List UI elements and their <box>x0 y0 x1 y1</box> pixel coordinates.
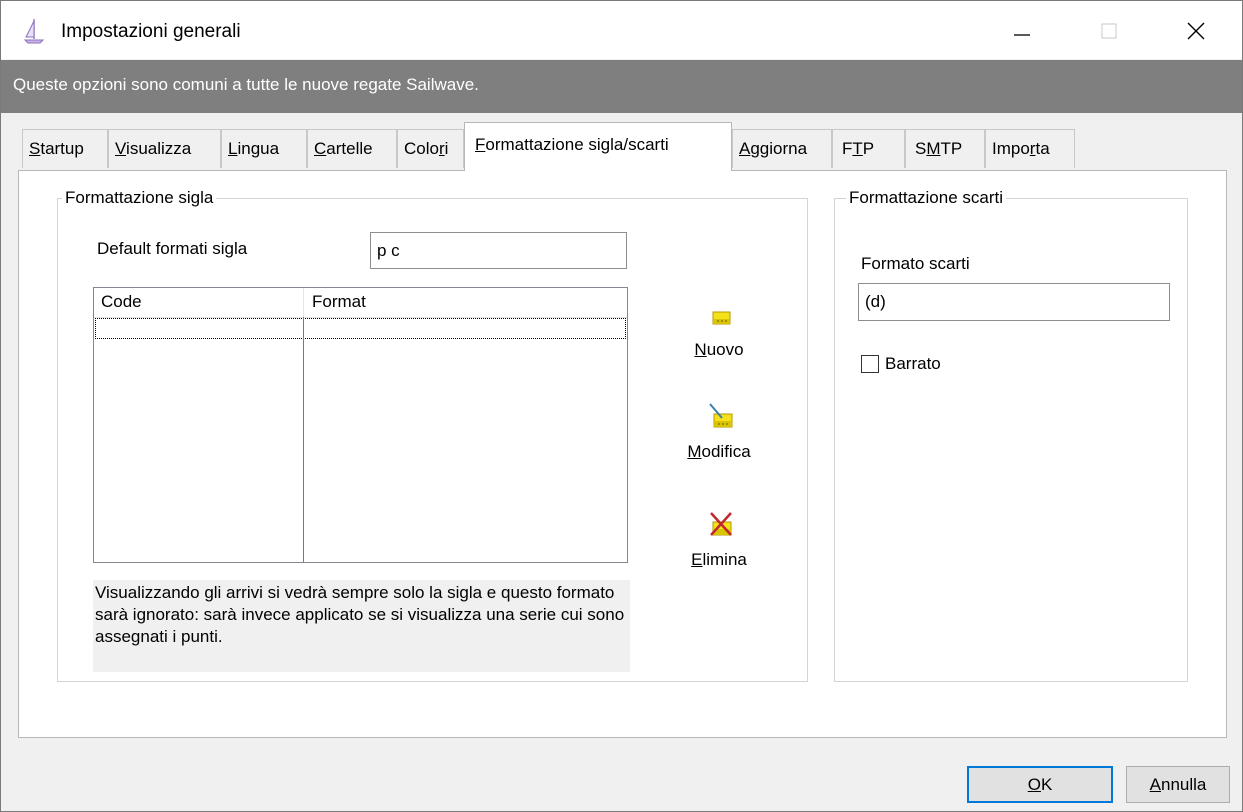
sailboat-icon <box>23 19 45 44</box>
discard-format-input[interactable]: (d) <box>858 283 1170 321</box>
tab-ftp[interactable]: FTP <box>832 129 905 168</box>
new-button-label: Nuovo <box>694 340 744 359</box>
tab-formattazione-sigla-scarti[interactable]: Formattazione sigla/scarti <box>464 122 732 171</box>
default-formats-input[interactable]: p c <box>370 232 627 269</box>
new-button[interactable]: Nuovo <box>674 302 764 378</box>
tab-aggiorna[interactable]: Aggiorna <box>732 129 832 168</box>
delete-button[interactable]: Elimina <box>674 508 764 584</box>
delete-button-label: Elimina <box>691 550 747 569</box>
sigla-group-title: Formattazione sigla <box>62 188 217 208</box>
banner-text: Queste opzioni sono comuni a tutte le nu… <box>13 75 479 94</box>
tab-smtp[interactable]: SMTP <box>905 129 985 168</box>
tab-colori[interactable]: Colori <box>397 129 464 168</box>
listview-focus-row[interactable] <box>95 318 626 339</box>
edit-button[interactable]: Modifica <box>674 400 764 476</box>
close-icon <box>1187 22 1205 40</box>
tab-lingua[interactable]: Lingua <box>221 129 307 168</box>
description-banner: Queste opzioni sono comuni a tutte le nu… <box>1 60 1242 113</box>
close-button[interactable] <box>1156 2 1236 60</box>
delete-item-icon <box>710 512 732 536</box>
edit-item-icon <box>709 403 733 428</box>
maximize-icon <box>1101 23 1117 39</box>
format-listview[interactable]: Code Format <box>93 287 628 563</box>
listview-header: Code Format <box>94 288 627 318</box>
edit-button-label: Modifica <box>687 442 751 461</box>
column-header-code[interactable]: Code <box>94 288 304 317</box>
window-title: Impostazioni generali <box>61 21 241 42</box>
minimize-icon <box>1014 34 1030 36</box>
tab-importa[interactable]: Importa <box>985 129 1075 168</box>
default-formats-label: Default formati sigla <box>97 239 248 258</box>
title-bar: Impostazioni generali <box>1 1 1242 59</box>
new-item-icon <box>712 311 731 325</box>
column-header-format[interactable]: Format <box>304 288 627 317</box>
tab-cartelle[interactable]: Cartelle <box>307 129 397 168</box>
ok-button[interactable]: OK <box>967 766 1113 803</box>
tab-startup[interactable]: Startup <box>22 129 108 168</box>
maximize-button <box>1069 2 1149 60</box>
minimize-button[interactable] <box>982 2 1062 60</box>
strikethrough-checkbox[interactable] <box>861 355 879 373</box>
column-divider <box>303 317 304 562</box>
scarti-group-title: Formattazione scarti <box>846 188 1006 208</box>
sigla-note: Visualizzando gli arrivi si vedrà sempre… <box>93 580 630 672</box>
strikethrough-label[interactable]: Barrato <box>885 354 941 374</box>
cancel-button[interactable]: Annulla <box>1126 766 1230 803</box>
discard-format-label: Formato scarti <box>861 254 970 273</box>
tab-visualizza[interactable]: Visualizza <box>108 129 221 168</box>
